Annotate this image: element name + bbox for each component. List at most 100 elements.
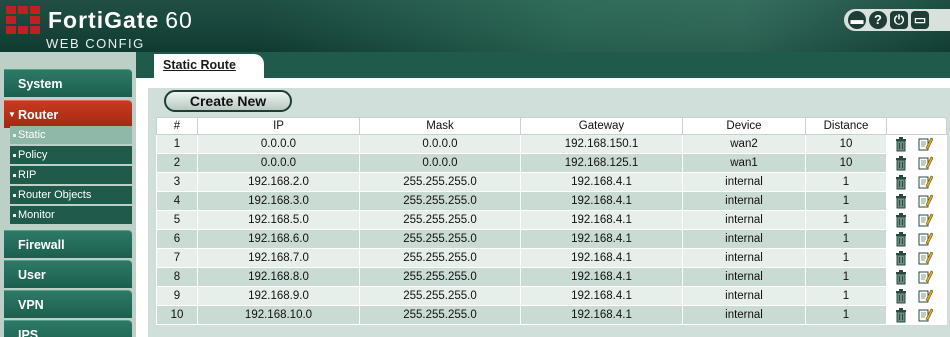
- trash-icon[interactable]: [893, 250, 909, 266]
- cell-actions: [886, 305, 947, 325]
- edit-icon[interactable]: [917, 136, 933, 152]
- sidebar-item-system[interactable]: System: [4, 69, 132, 97]
- edit-icon[interactable]: [917, 307, 933, 323]
- cell-mask: 255.255.255.0: [359, 191, 521, 211]
- bullet-icon: [13, 214, 16, 217]
- cell-device: internal: [682, 267, 806, 287]
- edit-icon[interactable]: [917, 231, 933, 247]
- brand-subtitle: WEB CONFIG: [46, 36, 145, 51]
- cell-number: 3: [156, 172, 198, 192]
- tab-bar: Static Route: [136, 52, 950, 78]
- cell-number: 2: [156, 153, 198, 173]
- table-row: 4 192.168.3.0 255.255.255.0 192.168.4.1 …: [156, 191, 947, 211]
- cell-distance: 10: [805, 153, 887, 173]
- table-row: 10 192.168.10.0 255.255.255.0 192.168.4.…: [156, 305, 947, 325]
- cell-mask: 0.0.0.0: [359, 134, 521, 154]
- sidebar-subitem-rip[interactable]: RIP: [10, 166, 132, 185]
- table-row: 2 0.0.0.0 0.0.0.0 192.168.125.1 wan1 10: [156, 153, 947, 173]
- trash-icon[interactable]: [893, 155, 909, 171]
- edit-icon[interactable]: [917, 288, 933, 304]
- trash-icon[interactable]: [893, 269, 909, 285]
- cell-distance: 1: [805, 248, 887, 268]
- cell-gateway: 192.168.4.1: [520, 172, 683, 192]
- cell-number: 5: [156, 210, 198, 230]
- cell-distance: 1: [805, 267, 887, 287]
- header-bar: FortiGate 60 WEB CONFIG ▬ ? ⏻ ▭: [0, 0, 950, 52]
- trash-icon[interactable]: [893, 193, 909, 209]
- fullscreen-icon[interactable]: ▭: [911, 11, 929, 29]
- sidebar-item-user[interactable]: User: [4, 260, 132, 288]
- sidebar-item-router[interactable]: ▼ Router: [4, 100, 132, 128]
- sidebar-item-firewall[interactable]: Firewall: [4, 230, 132, 258]
- table-row: 8 192.168.8.0 255.255.255.0 192.168.4.1 …: [156, 267, 947, 287]
- cell-device: internal: [682, 210, 806, 230]
- sidebar-subitem-router-objects[interactable]: Router Objects: [10, 186, 132, 205]
- trash-icon[interactable]: [893, 136, 909, 152]
- sidebar-item-vpn[interactable]: VPN: [4, 290, 132, 318]
- logout-icon[interactable]: ⏻: [890, 11, 908, 29]
- sidebar-item-ips[interactable]: IPS: [4, 320, 132, 337]
- cell-distance: 10: [805, 134, 887, 154]
- bullet-icon: [13, 174, 16, 177]
- sidebar-subitem-label: Static: [18, 129, 46, 141]
- cell-mask: 255.255.255.0: [359, 229, 521, 249]
- edit-icon[interactable]: [917, 174, 933, 190]
- sidebar-subitem-policy[interactable]: Policy: [10, 146, 132, 165]
- cell-actions: [886, 267, 947, 287]
- tab-static-route[interactable]: Static Route: [154, 54, 264, 78]
- cell-ip: 192.168.10.0: [197, 305, 360, 325]
- trash-icon[interactable]: [893, 307, 909, 323]
- sidebar-subitem-monitor[interactable]: Monitor: [10, 206, 132, 225]
- cell-mask: 255.255.255.0: [359, 305, 521, 325]
- cell-device: internal: [682, 248, 806, 268]
- cell-ip: 192.168.3.0: [197, 191, 360, 211]
- edit-icon[interactable]: [917, 269, 933, 285]
- sidebar-subitem-static[interactable]: Static: [10, 126, 132, 145]
- sidebar-item-label: IPS: [18, 328, 39, 337]
- column-header-number: #: [156, 117, 198, 135]
- edit-icon[interactable]: [917, 212, 933, 228]
- cell-mask: 255.255.255.0: [359, 210, 521, 230]
- console-icon[interactable]: ▬: [848, 11, 866, 29]
- edit-icon[interactable]: [917, 155, 933, 171]
- cell-device: internal: [682, 229, 806, 249]
- cell-actions: [886, 172, 947, 192]
- trash-icon[interactable]: [893, 288, 909, 304]
- edit-icon[interactable]: [917, 193, 933, 209]
- trash-icon[interactable]: [893, 212, 909, 228]
- cell-actions: [886, 248, 947, 268]
- table-row: 5 192.168.5.0 255.255.255.0 192.168.4.1 …: [156, 210, 947, 230]
- trash-icon[interactable]: [893, 231, 909, 247]
- cell-mask: 255.255.255.0: [359, 286, 521, 306]
- cell-mask: 255.255.255.0: [359, 267, 521, 287]
- cell-distance: 1: [805, 210, 887, 230]
- bullet-icon: [13, 154, 16, 157]
- sidebar-subitem-label: RIP: [18, 169, 37, 181]
- cell-gateway: 192.168.125.1: [520, 153, 683, 173]
- table-row: 7 192.168.7.0 255.255.255.0 192.168.4.1 …: [156, 248, 947, 268]
- bullet-icon: [13, 194, 16, 197]
- edit-icon[interactable]: [917, 250, 933, 266]
- cell-gateway: 192.168.4.1: [520, 229, 683, 249]
- sidebar-subitem-label: Policy: [18, 149, 48, 161]
- sidebar: System ▼ Router Static Policy RIP Router…: [0, 52, 136, 337]
- static-route-table: # IP Mask Gateway Device Distance 1 0.0.…: [156, 117, 947, 325]
- sidebar-item-label: System: [18, 77, 63, 91]
- cell-actions: [886, 153, 947, 173]
- help-icon[interactable]: ?: [869, 11, 887, 29]
- cell-device: wan2: [682, 134, 806, 154]
- sidebar-item-label: User: [18, 268, 46, 282]
- column-header-distance: Distance: [805, 117, 887, 135]
- sidebar-subitem-label: Monitor: [18, 209, 55, 221]
- cell-device: internal: [682, 305, 806, 325]
- cell-number: 6: [156, 229, 198, 249]
- cell-number: 9: [156, 286, 198, 306]
- main-content: Static Route Create New # IP Mask Gatewa…: [136, 52, 950, 337]
- cell-actions: [886, 229, 947, 249]
- route-table-body: 1 0.0.0.0 0.0.0.0 192.168.150.1 wan2 10 …: [156, 134, 947, 325]
- create-new-button[interactable]: Create New: [164, 90, 292, 112]
- column-header-actions: [886, 117, 947, 135]
- cell-gateway: 192.168.4.1: [520, 286, 683, 306]
- trash-icon[interactable]: [893, 174, 909, 190]
- table-header-row: # IP Mask Gateway Device Distance: [156, 117, 947, 135]
